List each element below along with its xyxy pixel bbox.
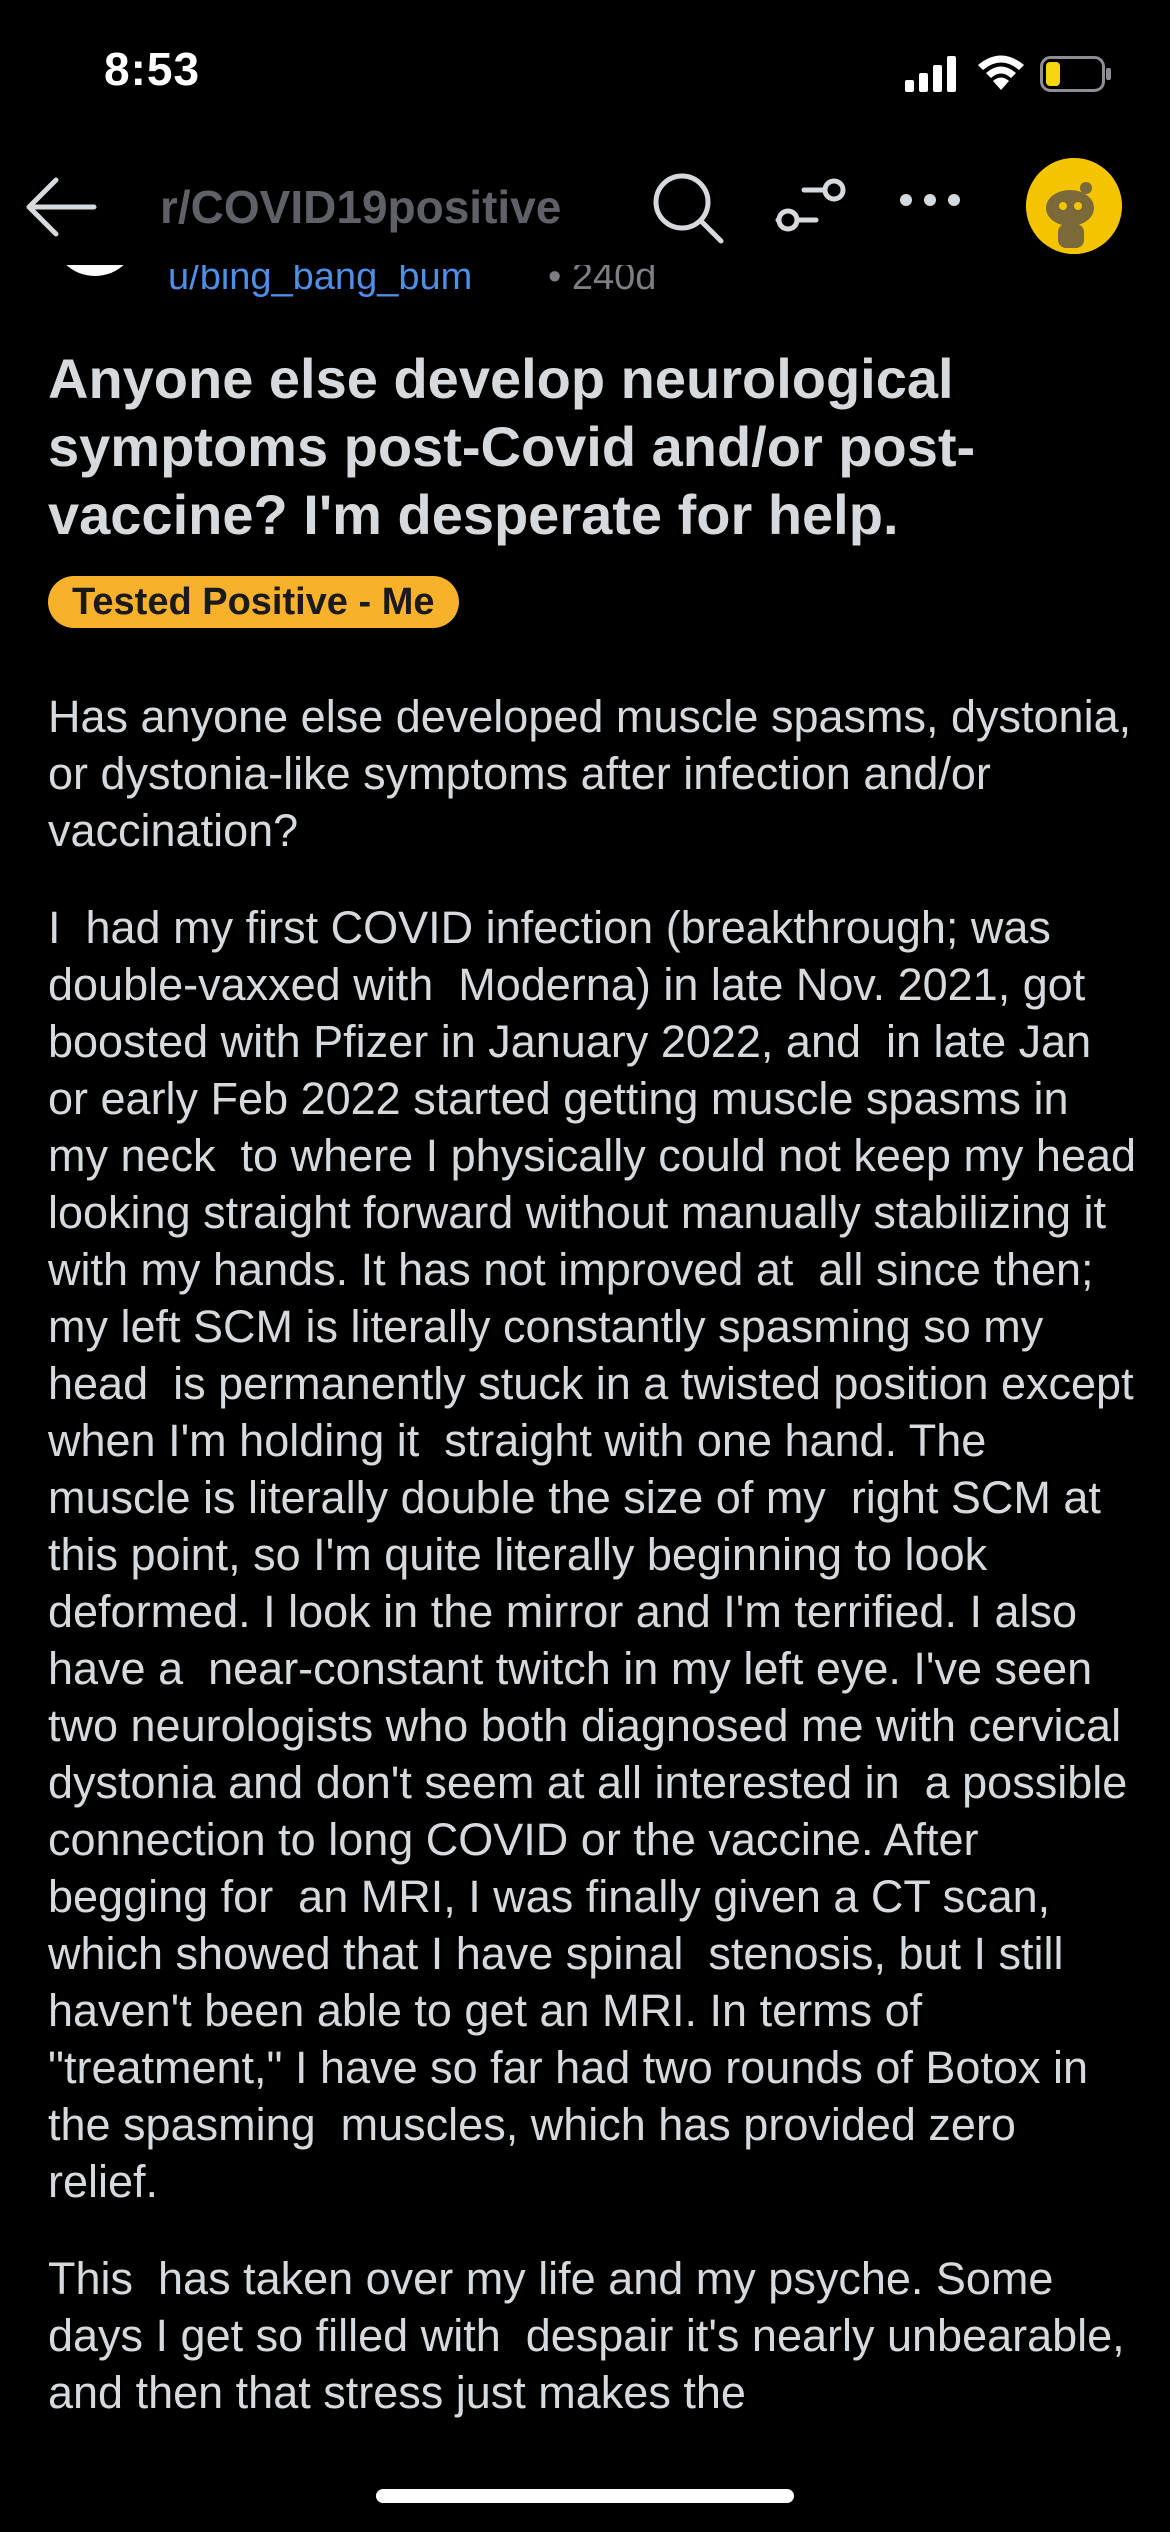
post-paragraph: Has anyone else developed muscle spasms,… (48, 691, 1144, 856)
status-bar: 8:53 (0, 0, 1170, 150)
post-screen: 8:53 u/bing_bang_bum • 240d r/COVID19pos… (0, 0, 1170, 2532)
user-avatar[interactable] (1026, 158, 1122, 254)
post-title: Anyone else develop neurological symptom… (48, 347, 976, 546)
post-body: Has anyone else developed muscle spasms,… (48, 688, 1138, 2461)
status-time: 8:53 (104, 43, 201, 95)
subreddit-title[interactable]: r/COVID19positive (160, 180, 561, 234)
post-paragraph: I had my first COVID infection (breakthr… (48, 902, 1149, 2207)
sort-filter-icon[interactable] (774, 174, 846, 245)
search-icon[interactable] (650, 170, 726, 251)
battery-icon (1040, 56, 1112, 97)
wifi-icon (976, 52, 1026, 97)
more-options-icon[interactable] (898, 192, 962, 213)
home-indicator[interactable] (376, 2489, 794, 2503)
post-flair[interactable]: Tested Positive - Me (48, 576, 459, 628)
post-paragraph: This has taken over my life and my psych… (48, 2253, 1138, 2418)
back-arrow-icon[interactable] (24, 174, 98, 245)
signal-icon (905, 56, 959, 97)
top-nav-bar: r/COVID19positive (0, 150, 1170, 265)
